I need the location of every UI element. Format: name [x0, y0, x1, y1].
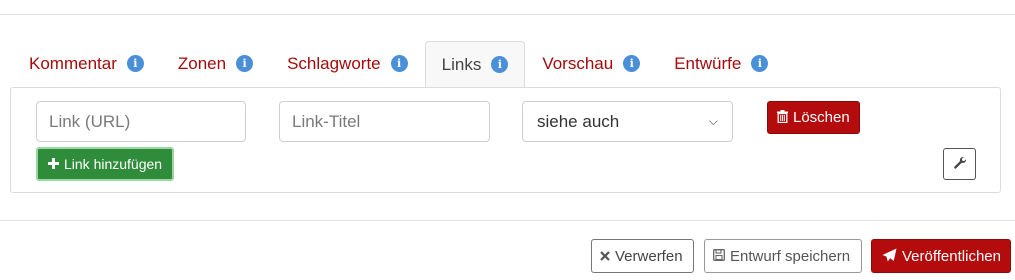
link-relation-select[interactable]: siehe auch ⌵: [522, 101, 733, 142]
tab-bar: Kommentar i Zonen i Schlagworte i Links …: [12, 41, 785, 87]
delete-link-button[interactable]: Löschen: [767, 101, 860, 134]
select-value: siehe auch: [537, 111, 620, 131]
tab-label: Vorschau: [542, 53, 614, 73]
discard-label: Verwerfen: [615, 247, 683, 265]
discard-button[interactable]: Verwerfen: [591, 239, 694, 273]
settings-button[interactable]: [943, 148, 976, 180]
links-panel: siehe auch ⌵ Löschen Link hinzufügen: [10, 87, 1001, 193]
tab-schlagworte[interactable]: Schlagworte i: [270, 41, 425, 85]
close-icon: [600, 250, 610, 263]
add-label: Link hinzufügen: [64, 156, 163, 172]
info-icon[interactable]: i: [126, 55, 144, 72]
info-icon[interactable]: i: [623, 55, 641, 72]
chevron-down-icon: ⌵: [708, 114, 718, 128]
save-draft-button[interactable]: Entwurf speichern: [704, 239, 862, 273]
link-title-input[interactable]: [279, 101, 490, 142]
delete-label: Löschen: [793, 109, 850, 126]
tab-label: Zonen: [177, 53, 227, 73]
tab-zonen[interactable]: Zonen i: [161, 41, 270, 85]
add-link-button[interactable]: Link hinzufügen: [36, 147, 175, 181]
tab-label: Kommentar: [29, 53, 117, 73]
tab-vorschau[interactable]: Vorschau i: [525, 41, 657, 85]
tab-label: Schlagworte: [287, 53, 381, 73]
footer-divider: [0, 220, 1015, 221]
save-icon: [713, 249, 725, 263]
tab-kommentar[interactable]: Kommentar i: [12, 41, 161, 85]
trash-icon: [777, 110, 788, 125]
info-icon[interactable]: i: [236, 55, 254, 72]
plus-icon: [48, 157, 59, 171]
publish-label: Veröffentlichen: [902, 247, 1001, 265]
info-icon[interactable]: i: [390, 55, 408, 72]
tab-label: Entwürfe: [674, 53, 742, 73]
wrench-icon: [953, 156, 967, 172]
top-divider: [0, 14, 1015, 15]
info-icon[interactable]: i: [491, 56, 509, 73]
tab-links[interactable]: Links i: [424, 41, 526, 87]
tab-entwuerfe[interactable]: Entwürfe i: [657, 41, 785, 85]
save-draft-label: Entwurf speichern: [730, 247, 851, 265]
link-url-input[interactable]: [36, 101, 246, 142]
paper-plane-icon: [882, 248, 897, 264]
publish-button[interactable]: Veröffentlichen: [871, 239, 1011, 273]
info-icon[interactable]: i: [751, 55, 769, 72]
tab-label: Links: [441, 54, 482, 74]
